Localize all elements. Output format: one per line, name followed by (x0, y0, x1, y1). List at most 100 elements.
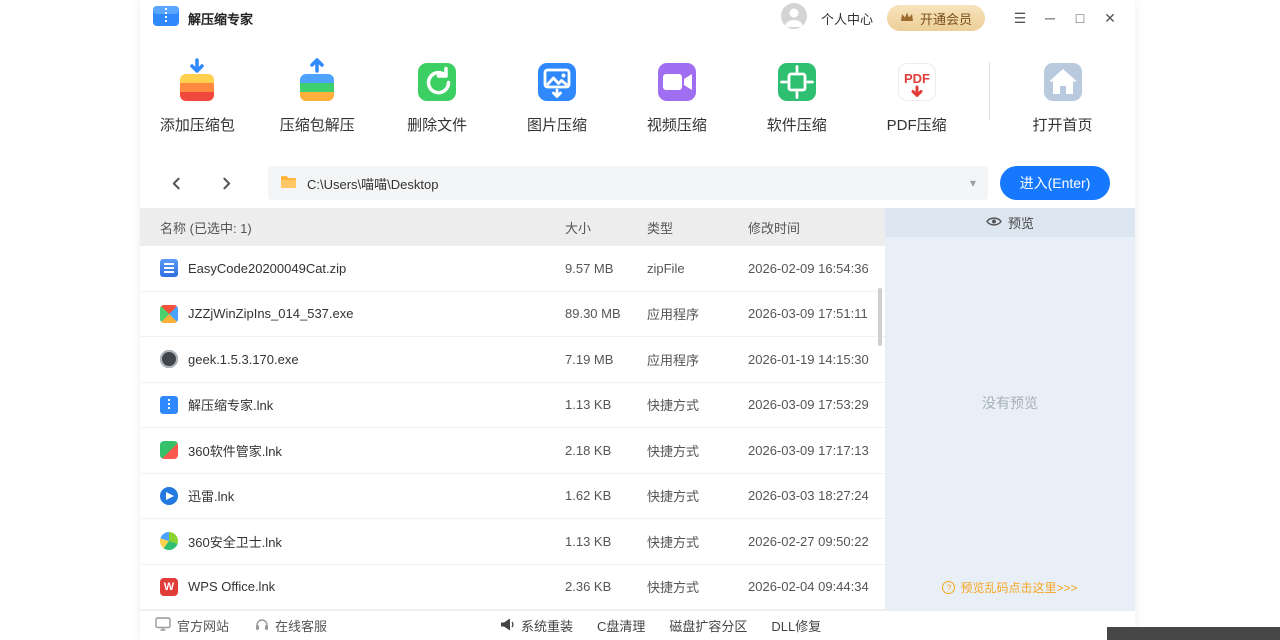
file-name: EasyCode20200049Cat.zip (188, 261, 346, 276)
xunlei-icon (160, 487, 178, 505)
toolbar-item-video-compress[interactable]: 视频压缩 (630, 58, 725, 135)
preview-panel: 预览 没有预览 ? 预览乱码点击这里>>> (885, 208, 1135, 610)
toolbar-item-add-archive[interactable]: 添加压缩包 (150, 58, 245, 135)
official-site-link[interactable]: 官方网站 (155, 616, 229, 635)
360-safe-icon (160, 532, 178, 550)
toolbar-item-extract-archive[interactable]: 压缩包解压 (270, 58, 365, 135)
table-row[interactable]: 360安全卫士.lnk 1.13 KB 快捷方式 2026-02-27 09:5… (140, 519, 885, 565)
system-reinstall-label: 系统重装 (521, 616, 573, 635)
open-vip-button[interactable]: 开通会员 (887, 5, 985, 31)
back-button[interactable] (160, 167, 192, 199)
disk-expand-link[interactable]: 磁盘扩容分区 (669, 616, 747, 635)
background-window-fragment (1107, 627, 1280, 640)
content: 名称 (已选中: 1) 大小 类型 修改时间 EasyCode20200049C… (140, 208, 1135, 610)
360-soft-icon (160, 441, 178, 459)
open-vip-label: 开通会员 (920, 9, 972, 28)
crown-icon (900, 11, 914, 26)
system-reinstall-link[interactable]: 系统重装 (500, 616, 573, 635)
path-dropdown-icon[interactable]: ▾ (970, 176, 976, 190)
file-type: 快捷方式 (647, 441, 748, 460)
header-type[interactable]: 类型 (647, 218, 748, 237)
header-size[interactable]: 大小 (565, 218, 647, 237)
toolbar-item-software-compress[interactable]: 软件压缩 (749, 58, 844, 135)
file-type: zipFile (647, 261, 748, 276)
extract-archive-icon (293, 58, 341, 106)
toolbar-item-image-compress[interactable]: 图片压缩 (510, 58, 605, 135)
header-modified[interactable]: 修改时间 (748, 218, 885, 237)
file-type: 快捷方式 (647, 532, 748, 551)
table-row[interactable]: 360软件管家.lnk 2.18 KB 快捷方式 2026-03-09 17:1… (140, 428, 885, 474)
c-drive-clean-link[interactable]: C盘清理 (597, 616, 645, 635)
monitor-icon (155, 617, 171, 634)
eye-icon (986, 215, 1002, 230)
headset-icon (255, 618, 269, 634)
table-row[interactable]: EasyCode20200049Cat.zip 9.57 MB zipFile … (140, 246, 885, 292)
file-name: 解压缩专家.lnk (188, 395, 273, 414)
video-compress-icon (653, 58, 701, 106)
toolbar: 添加压缩包 压缩包解压 (140, 36, 1135, 158)
toolbar-item-label: 软件压缩 (767, 114, 827, 135)
toolbar-item-pdf-compress[interactable]: PDF PDF压缩 (869, 58, 964, 135)
zip-file-icon (160, 259, 178, 277)
file-size: 2.18 KB (565, 443, 647, 458)
dll-repair-link[interactable]: DLL修复 (771, 616, 821, 635)
table-row[interactable]: 解压缩专家.lnk 1.13 KB 快捷方式 2026-03-09 17:53:… (140, 383, 885, 429)
maximize-icon[interactable]: □ (1067, 5, 1093, 31)
installer-exe-icon (160, 305, 178, 323)
add-archive-icon (173, 58, 221, 106)
minimize-icon[interactable]: ─ (1037, 5, 1063, 31)
navbar: C:\Users\喵喵\Desktop ▾ 进入(Enter) (140, 158, 1135, 208)
delete-files-icon (413, 58, 461, 106)
list-scrollbar[interactable] (878, 288, 882, 346)
toolbar-item-label: 打开首页 (1033, 114, 1093, 135)
app-window: 解压缩专家 个人中心 开通会员 ☰ (140, 0, 1135, 640)
question-icon: ? (942, 581, 955, 594)
pdf-compress-icon: PDF (893, 58, 941, 106)
toolbar-divider (989, 62, 990, 120)
wps-icon (160, 578, 178, 596)
toolbar-item-label: 视频压缩 (647, 114, 707, 135)
file-size: 9.57 MB (565, 261, 647, 276)
dll-repair-label: DLL修复 (771, 616, 821, 635)
forward-button[interactable] (210, 167, 242, 199)
file-modified: 2026-02-27 09:50:22 (748, 534, 885, 549)
enter-button[interactable]: 进入(Enter) (1000, 166, 1110, 200)
table-row[interactable]: geek.1.5.3.170.exe 7.19 MB 应用程序 2026-01-… (140, 337, 885, 383)
file-size: 1.62 KB (565, 488, 647, 503)
preview-header: 预览 (885, 208, 1135, 237)
file-type: 快捷方式 (647, 577, 748, 596)
toolbar-item-open-home[interactable]: 打开首页 (1015, 58, 1110, 135)
online-support-link[interactable]: 在线客服 (255, 616, 327, 635)
preview-garbled-link[interactable]: ? 预览乱码点击这里>>> (885, 579, 1135, 596)
user-center-link[interactable]: 个人中心 (821, 9, 873, 28)
table-row[interactable]: JZZjWinZipIns_014_537.exe 89.30 MB 应用程序 … (140, 292, 885, 338)
preview-empty-text: 没有预览 (885, 393, 1135, 413)
file-modified: 2026-03-09 17:17:13 (748, 443, 885, 458)
file-name: 迅雷.lnk (188, 486, 234, 505)
table-row[interactable]: 迅雷.lnk 1.62 KB 快捷方式 2026-03-03 18:27:24 (140, 474, 885, 520)
titlebar: 解压缩专家 个人中心 开通会员 ☰ (140, 0, 1135, 36)
path-text: C:\Users\喵喵\Desktop (307, 174, 438, 193)
image-compress-icon (533, 58, 581, 106)
menu-icon[interactable]: ☰ (1007, 5, 1033, 31)
file-size: 7.19 MB (565, 352, 647, 367)
list-header: 名称 (已选中: 1) 大小 类型 修改时间 (140, 208, 885, 246)
file-modified: 2026-03-09 17:53:29 (748, 397, 885, 412)
header-name[interactable]: 名称 (已选中: 1) (140, 218, 565, 237)
svg-text:PDF: PDF (904, 71, 930, 86)
file-modified: 2026-02-09 16:54:36 (748, 261, 885, 276)
avatar[interactable] (781, 3, 807, 34)
file-list: 名称 (已选中: 1) 大小 类型 修改时间 EasyCode20200049C… (140, 208, 885, 610)
official-site-label: 官方网站 (177, 616, 229, 635)
table-row[interactable]: WPS Office.lnk 2.36 KB 快捷方式 2026-02-04 0… (140, 565, 885, 611)
disk-expand-label: 磁盘扩容分区 (669, 616, 747, 635)
preview-garbled-text: 预览乱码点击这里>>> (960, 579, 1077, 596)
path-input[interactable]: C:\Users\喵喵\Desktop ▾ (268, 166, 988, 200)
toolbar-item-delete-files[interactable]: 删除文件 (390, 58, 485, 135)
app-logo-icon (152, 4, 180, 33)
close-icon[interactable]: ✕ (1097, 5, 1123, 31)
toolbar-item-label: 删除文件 (407, 114, 467, 135)
statusbar: 官方网站 在线客服 (140, 610, 1135, 640)
geek-exe-icon (160, 350, 178, 368)
toolbar-item-label: 添加压缩包 (160, 114, 235, 135)
